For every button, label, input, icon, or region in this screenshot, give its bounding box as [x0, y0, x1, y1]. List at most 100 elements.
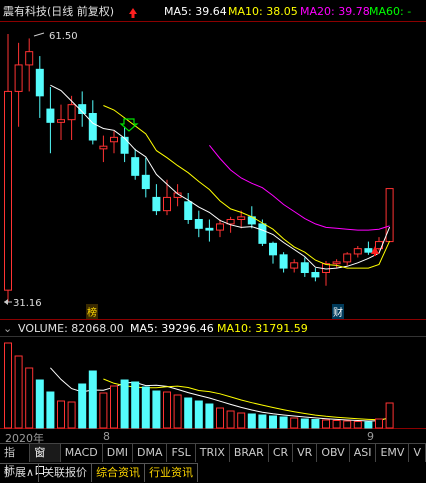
- volume-readout: VOLUME: 82068.00: [18, 322, 124, 335]
- volume-bar: [290, 417, 299, 429]
- ma-lines-group: [50, 84, 391, 422]
- candle-body: [57, 119, 65, 123]
- chart-header: 震有科技(日线 前复权) MA5: 39.64 MA10: 38.05 MA20…: [0, 0, 426, 22]
- volume-bar: [14, 355, 23, 429]
- candle-body: [163, 196, 171, 212]
- candle-body: [343, 253, 352, 263]
- indicator-tab[interactable]: TRIX: [195, 443, 230, 462]
- volume-bar: [247, 413, 256, 429]
- indicator-tab[interactable]: ASI: [349, 443, 377, 462]
- kline-chart[interactable]: 61.50 31.16: [0, 0, 426, 483]
- date-axis: 2020年 8 9: [0, 429, 426, 445]
- candle-body: [14, 64, 23, 92]
- volume-bar: [237, 412, 246, 429]
- high-price-label: 61.50: [49, 31, 78, 42]
- volume-bar: [163, 391, 171, 429]
- ma5-line: [50, 84, 391, 270]
- candle-body: [120, 136, 129, 154]
- indicator-tab[interactable]: 指标: [0, 443, 31, 477]
- vol-ma10-readout: MA10: 31791.59: [217, 322, 308, 335]
- volume-bar: [152, 390, 161, 429]
- bottom-tab[interactable]: 行业资讯: [145, 463, 199, 482]
- volume-bar: [375, 418, 383, 429]
- volume-bar: [226, 410, 235, 429]
- candle-body: [311, 271, 320, 278]
- cai-marker[interactable]: 财: [332, 304, 344, 319]
- indicator-tab[interactable]: CR: [268, 443, 294, 462]
- candle-body: [279, 254, 288, 269]
- volume-bar: [131, 381, 140, 429]
- volume-bar: [120, 379, 129, 429]
- candle-body: [99, 145, 108, 150]
- indicator-tab[interactable]: OBV: [317, 443, 350, 462]
- candle-body: [141, 174, 150, 190]
- candle-body: [269, 242, 277, 256]
- volume-bar: [269, 415, 277, 429]
- indicator-tab[interactable]: V: [409, 443, 426, 462]
- candle-body: [205, 227, 214, 231]
- high-price-marker: 61.50: [33, 31, 78, 42]
- date-month-1: 8: [103, 430, 110, 443]
- candle-body: [4, 90, 12, 291]
- ma20-readout: MA20: 39.78: [300, 5, 370, 18]
- volume-bar: [311, 419, 320, 429]
- candle-body: [131, 157, 140, 176]
- candle-body: [332, 261, 341, 265]
- volume-bar: [35, 379, 44, 429]
- candle-body: [364, 248, 373, 253]
- candle-body: [110, 136, 118, 143]
- bottom-tab[interactable]: 关联报价: [39, 463, 93, 482]
- volume-bar: [194, 400, 203, 429]
- volume-bar: [385, 402, 394, 429]
- volume-header: ⌄ VOLUME: 82068.00 MA5: 39296.46 MA10: 3…: [0, 320, 426, 336]
- volume-bar: [364, 421, 373, 429]
- candle-body: [67, 104, 76, 121]
- volume-bar: [258, 414, 267, 429]
- volume-bar: [99, 392, 108, 429]
- stock-title[interactable]: 震有科技(日线 前复权): [3, 5, 114, 18]
- candle-body: [290, 262, 299, 269]
- volume-bar: [141, 386, 150, 429]
- indicator-tab[interactable]: 窗口: [30, 443, 61, 477]
- candle-body: [35, 68, 44, 97]
- volume-group: [4, 342, 394, 429]
- volume-bar: [343, 420, 352, 429]
- volume-bar: [110, 385, 118, 429]
- ma20-line: [209, 144, 390, 231]
- ma10-readout: MA10: 38.05: [228, 5, 298, 18]
- volume-bar: [216, 407, 224, 429]
- candle-body: [237, 216, 246, 220]
- indicator-tab[interactable]: MACD: [60, 443, 103, 462]
- volume-bar: [184, 397, 193, 429]
- indicator-tab[interactable]: DMA: [132, 443, 168, 462]
- candle-body: [194, 218, 203, 229]
- volume-bar: [353, 421, 362, 429]
- bang-marker[interactable]: 榜: [86, 304, 98, 319]
- low-price-label: 31.16: [13, 298, 42, 309]
- volume-bar: [57, 400, 65, 429]
- volume-bar: [4, 342, 12, 429]
- volume-bar: [25, 367, 34, 429]
- candle-body: [88, 112, 97, 141]
- indicator-tab[interactable]: BRAR: [229, 443, 269, 462]
- volume-bar: [205, 403, 214, 429]
- volume-bar: [279, 416, 288, 429]
- volume-bar: [78, 383, 87, 429]
- collapse-icon[interactable]: ⌄: [3, 322, 12, 335]
- bottom-tab[interactable]: 扩展∧: [0, 463, 40, 482]
- volume-bar: [46, 391, 55, 429]
- candle-body: [258, 223, 267, 244]
- volume-bar: [300, 418, 309, 429]
- indicator-tab[interactable]: FSL: [167, 443, 196, 462]
- candle-body: [46, 108, 55, 123]
- volume-bar: [173, 394, 182, 429]
- indicator-tab[interactable]: VR: [293, 443, 318, 462]
- ma5-readout: MA5: 39.64: [164, 5, 227, 18]
- vol-ma5-readout: MA5: 39296.46: [130, 322, 214, 335]
- candle-body: [353, 248, 362, 255]
- indicator-tab[interactable]: DMI: [102, 443, 133, 462]
- indicator-tab[interactable]: EMV: [376, 443, 410, 462]
- bottom-tab[interactable]: 综合资讯: [92, 463, 146, 482]
- volume-bar: [322, 419, 330, 429]
- candle-body: [152, 196, 161, 212]
